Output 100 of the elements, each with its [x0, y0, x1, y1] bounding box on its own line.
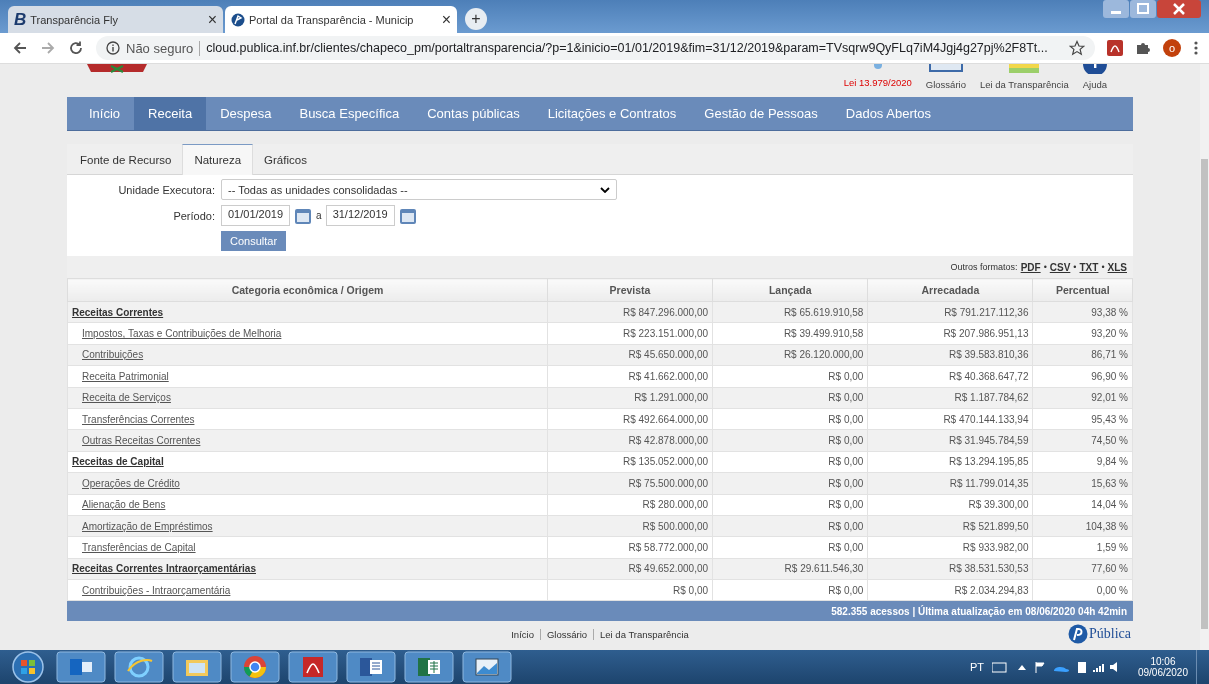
puzzle-icon[interactable]: [1135, 40, 1151, 56]
subcategory-link[interactable]: Operações de Crédito: [82, 477, 180, 489]
access-stats-bar: 582.355 acessos | Última atualização em 08/06/2020 04h 42min: [67, 601, 1133, 622]
subtab[interactable]: Gráficos: [253, 145, 318, 174]
bullet-separator: •: [1043, 262, 1047, 272]
table-cell: R$ 223.151.000,00: [547, 322, 713, 345]
footer-link[interactable]: Glossário: [546, 628, 588, 640]
export-link[interactable]: CSV: [1049, 261, 1071, 273]
table-cell: 1,59 %: [1032, 536, 1133, 559]
table-cell: R$ 207.986.951,13: [867, 322, 1033, 345]
table-cell: R$ 280.000,00: [547, 494, 713, 516]
table-cell: R$ 0,00: [712, 408, 868, 430]
close-tab-button[interactable]: ×: [207, 10, 217, 29]
star-icon[interactable]: [1069, 40, 1085, 56]
subcategory-link[interactable]: Amortização de Empréstimos: [82, 520, 213, 532]
close-tab-button[interactable]: ×: [441, 10, 451, 29]
bullet-separator: •: [1101, 262, 1105, 272]
table-cell: R$ 0,00: [712, 451, 868, 473]
column-header: Categoria econômica / Origem: [67, 278, 548, 302]
profile-avatar[interactable]: o: [1163, 39, 1181, 57]
subcategory-link[interactable]: Receita Patrimonial: [82, 370, 169, 382]
pdf-app-icon[interactable]: [288, 651, 338, 683]
tab-title: Transparência Fly: [30, 13, 119, 26]
table-cell: R$ 470.144.133,94: [867, 408, 1033, 430]
table-cell: R$ 58.772.000,00: [547, 536, 713, 559]
end-date-field[interactable]: 31/12/2019: [325, 205, 395, 226]
subcategory-link[interactable]: Outras Receitas Correntes: [82, 435, 201, 447]
table-cell: 95,43 %: [1032, 408, 1133, 430]
export-link[interactable]: PDF: [1020, 261, 1041, 273]
folder-app-icon[interactable]: [172, 651, 222, 683]
header-link[interactable]: Lei da Transparência: [979, 79, 1069, 90]
category-link[interactable]: Receitas Correntes: [72, 306, 164, 318]
mail-app-icon[interactable]: [56, 651, 106, 683]
url-text: cloud.publica.inf.br/clientes/chapeco_pm/portaltransparencia/?p=1&inicio=01/01/2019&fim=31/12/2019&param=TVsqrw9QyFLq7iM4Jgj4g27pj%2F8Tt...: [206, 41, 1049, 55]
language-indicator[interactable]: PT: [969, 661, 984, 673]
column-header: Arrecadada: [867, 278, 1033, 302]
new-tab-button[interactable]: +: [465, 8, 487, 30]
chevron-down-icon: [600, 186, 610, 193]
chrome-app-icon[interactable]: [230, 651, 280, 683]
unit-dropdown[interactable]: -- Todas as unidades consolidadas --: [221, 179, 617, 200]
table-cell: R$ 0,00: [712, 579, 868, 601]
subtab[interactable]: Fonte de Recurso: [69, 145, 183, 174]
subcategory-link[interactable]: Transferências de Capital: [82, 542, 196, 553]
column-header: Prevista: [547, 278, 713, 302]
back-icon[interactable]: [12, 40, 28, 56]
picture-app-icon[interactable]: [462, 651, 512, 683]
export-link[interactable]: XLS: [1107, 261, 1127, 273]
footer-link[interactable]: Início: [511, 628, 534, 640]
pdf-extension-icon[interactable]: [1107, 40, 1123, 56]
table-cell: R$ 39.499.910,58: [712, 322, 868, 345]
table-cell: R$ 40.368.647,72: [867, 365, 1033, 388]
table-cell: 0,00 %: [1032, 579, 1133, 601]
subcategory-link[interactable]: Receita de Serviços: [82, 392, 171, 404]
scrollbar[interactable]: [1200, 64, 1209, 650]
table-cell: R$ 0,00: [547, 579, 713, 601]
table-cell: 96,90 %: [1032, 365, 1133, 388]
clock-date: 09/06/2020: [1137, 667, 1188, 678]
table-cell: R$ 41.662.000,00: [547, 365, 713, 388]
table-cell: 9,84 %: [1032, 451, 1133, 473]
table-cell: R$ 2.034.294,83: [867, 579, 1033, 601]
browser-tab[interactable]: B Transparência Fly ×: [8, 6, 223, 33]
calendar-icon[interactable]: [398, 206, 417, 225]
header-link[interactable]: Lei 13.979/2020: [843, 77, 912, 88]
period-label: Período:: [172, 209, 216, 222]
document-app-icon[interactable]: [346, 651, 396, 683]
table-cell: R$ 0,00: [712, 536, 868, 559]
category-link[interactable]: Receitas de Capital: [72, 456, 164, 468]
table-cell: 93,20 %: [1032, 322, 1133, 345]
subcategory-link[interactable]: Contribuições - Intraorçamentária: [82, 584, 231, 596]
range-separator: a: [316, 210, 322, 221]
site-logo-icon: [231, 12, 245, 27]
nav-item[interactable]: Receita: [134, 97, 207, 130]
table-cell: R$ 0,00: [712, 494, 868, 516]
export-link[interactable]: TXT: [1079, 261, 1099, 273]
table-cell: R$ 135.052.000,00: [547, 451, 713, 473]
browser-tab[interactable]: Portal da Transparência - Municip ×: [225, 6, 457, 33]
site-logo: B: [14, 9, 27, 30]
menu-icon[interactable]: [1193, 40, 1199, 56]
clock-time: 10:06: [1150, 656, 1176, 667]
subcategory-link[interactable]: Contribuições: [82, 349, 144, 361]
subtab[interactable]: Natureza: [182, 144, 254, 175]
bullet-separator: •: [1073, 262, 1077, 272]
browser-app-icon[interactable]: [114, 651, 164, 683]
calendar-icon[interactable]: [294, 206, 313, 225]
header-link[interactable]: Glossário: [925, 79, 966, 90]
brand-name: Pública: [1089, 626, 1131, 643]
subcategory-link[interactable]: Transferências Correntes: [82, 413, 195, 425]
brand-logo-icon: [1068, 624, 1088, 645]
table-cell: R$ 0,00: [712, 365, 868, 388]
crest-icon: [87, 64, 147, 74]
header-link[interactable]: Ajuda: [1082, 79, 1107, 90]
reload-icon[interactable]: [68, 40, 84, 56]
spreadsheet-app-icon[interactable]: [404, 651, 454, 683]
footer-link[interactable]: Lei da Transparência: [600, 628, 689, 640]
start-date-field[interactable]: 01/01/2019: [221, 205, 291, 226]
table-cell: R$ 933.982,00: [867, 536, 1033, 559]
subcategory-link[interactable]: Alienação de Bens: [82, 499, 166, 511]
unit-label: Unidade Executora:: [117, 183, 216, 196]
close-icon[interactable]: [1157, 0, 1201, 18]
address-field[interactable]: Não seguro cloud.publica.inf.br/clientes/chapeco_pm/portaltransparencia/?p=1&inicio=01/01/2019&fim=31/12/2019&param=TVsqrw9QyFLq7iM4Jgj4g27pj%2F8Tt...: [96, 36, 1095, 60]
